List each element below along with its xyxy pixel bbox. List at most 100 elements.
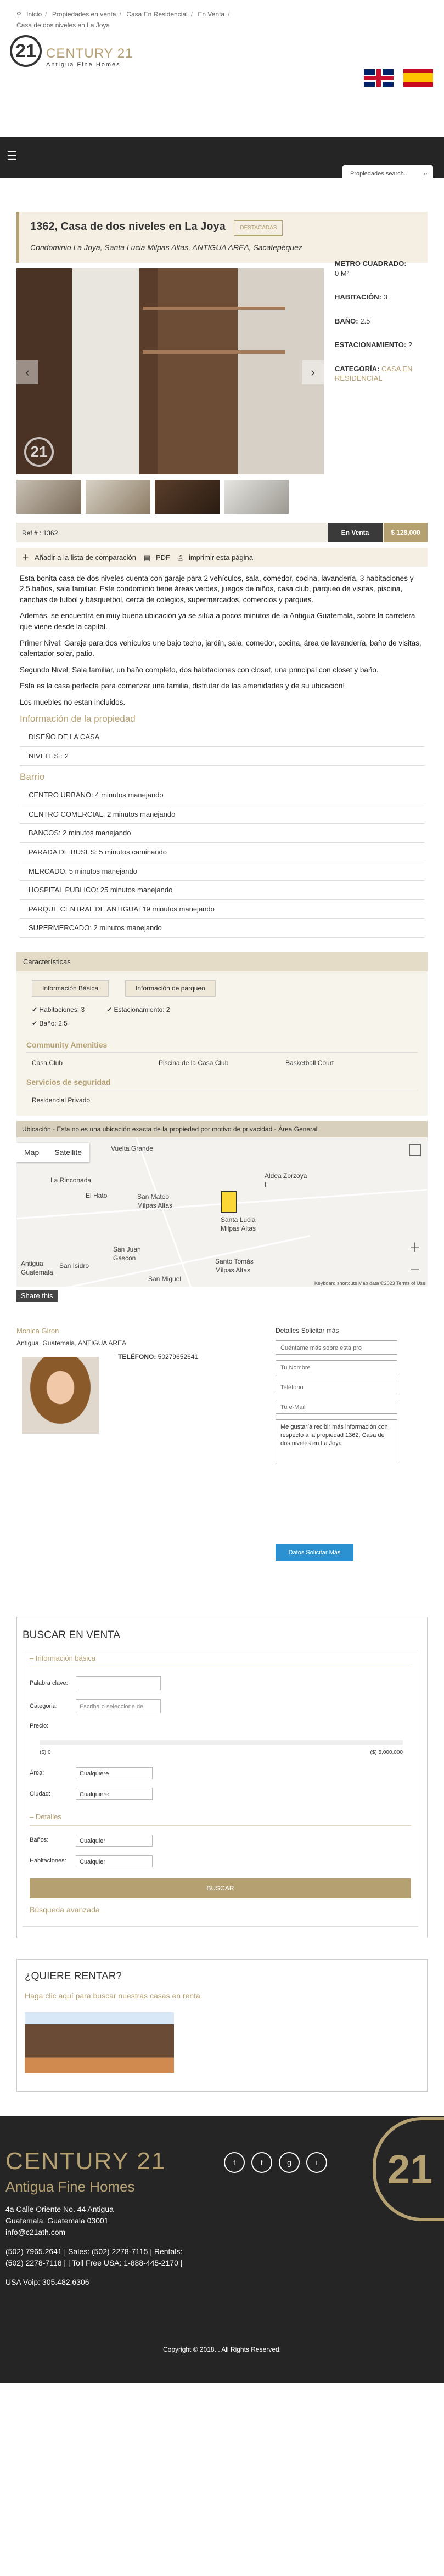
thumbnail[interactable]	[155, 479, 220, 514]
logo-mark[interactable]: 21	[10, 35, 42, 67]
barrio-row: PARADA DE BUSES: 5 minutos caminando	[20, 843, 424, 862]
row-key: NIVELES :	[29, 751, 63, 760]
footer-phone: (502) 7965.2641 | Sales: (502) 2278-7115…	[5, 2247, 183, 2256]
breadcrumb-item[interactable]: Propiedades en venta	[52, 10, 116, 18]
row-value: 25 minutos manejando	[100, 886, 173, 894]
pdf-icon[interactable]: ▤	[144, 553, 150, 562]
search-panel: – Información básica Palabra clave: Cate…	[23, 1650, 418, 1927]
row-key: CENTRO COMERCIAL:	[29, 809, 105, 818]
barrio-row: CENTRO COMERCIAL: 2 minutos manejando	[20, 805, 424, 824]
prev-arrow-icon[interactable]: ‹	[16, 360, 38, 384]
print-icon[interactable]: ⎙	[178, 553, 183, 562]
phone-value[interactable]: 50279652641	[158, 1353, 198, 1361]
rent-image[interactable]	[25, 2012, 174, 2073]
rent-link[interactable]: Haga clic aquí para buscar nuestras casa…	[25, 1991, 419, 2001]
send-request-button[interactable]: Datos Solicitar Más	[276, 1544, 353, 1561]
search-icon[interactable]: ⌕	[424, 169, 428, 179]
keyword-row: Palabra clave:	[30, 1675, 411, 1690]
hamburger-menu-icon[interactable]: ☰	[7, 150, 19, 162]
subject-select[interactable]: Cuéntame más sobre esta pro	[276, 1340, 397, 1355]
city-row: Ciudad: Cualquiere	[30, 1788, 411, 1801]
spec-parking: ESTACIONAMIENTO: 2	[335, 340, 434, 350]
breadcrumb: ⚲ Inicio / Propiedades en venta / Casa En …	[0, 0, 444, 30]
row-value: 4 minutos manejando	[95, 791, 164, 800]
parking-col: ✔ Estacionamiento: 2	[106, 1005, 170, 1032]
spec-label: BAÑO:	[335, 316, 358, 325]
search-placeholder: Propiedades search...	[350, 171, 409, 178]
thumbnail[interactable]	[16, 479, 81, 514]
main-photo[interactable]: ‹ › 21	[16, 268, 324, 474]
barrio-heading: Barrio	[20, 772, 45, 783]
featured-badge: DESTACADAS	[234, 220, 283, 236]
logo-text[interactable]: CENTURY 21	[46, 46, 133, 61]
amenities-heading: Community Amenities	[26, 1040, 418, 1053]
price-range-text: ($) 0 ($) 5,000,000	[40, 1749, 403, 1757]
map-attribution[interactable]: Keyboard shortcuts Map data ©2023 Terms …	[314, 1280, 425, 1287]
compare-icon[interactable]: ＋	[22, 553, 29, 562]
rooms-select[interactable]: Cualquier	[76, 1855, 153, 1867]
basic-info-toggle[interactable]: – Información básica	[30, 1650, 411, 1667]
thumbnail[interactable]	[224, 479, 289, 514]
tab-parking-info[interactable]: Información de parqueo	[125, 980, 216, 997]
rooms-row: Habitaciones: Cualquier	[30, 1855, 411, 1867]
twitter-icon[interactable]: t	[251, 2152, 272, 2173]
amenity-item: Casa Club	[32, 1058, 63, 1067]
rooms-label: Habitaciones:	[30, 1858, 66, 1865]
phone-field[interactable]: Teléfono	[276, 1379, 397, 1394]
map-marker-icon[interactable]	[221, 1191, 237, 1214]
next-arrow-icon[interactable]: ›	[302, 360, 324, 384]
agent-phone: TELÉFONO: 50279652641	[118, 1352, 198, 1361]
breadcrumb-item[interactable]: En Venta	[198, 10, 224, 18]
spec-value: 2	[408, 341, 413, 349]
agent-section: Monica Giron Antigua, Guatemala, ANTIGUA…	[16, 1326, 428, 1617]
footer-email[interactable]: info@c21ath.com	[5, 2227, 182, 2238]
copyright: Copyright © 2018. . All Rights Reserved.	[163, 2346, 281, 2354]
advanced-search-link[interactable]: Búsqueda avanzada	[30, 1905, 411, 1915]
thumbnail[interactable]	[86, 479, 150, 514]
row-key: SUPERMERCADO:	[29, 924, 92, 932]
name-field[interactable]: Tu Nombre	[276, 1360, 397, 1374]
zoom-in-icon[interactable]: ＋	[409, 1239, 421, 1256]
details-toggle[interactable]: – Detalles	[30, 1809, 411, 1826]
map-button[interactable]: Map	[16, 1143, 47, 1162]
barrio-row: CENTRO URBANO: 4 minutos manejando	[20, 786, 424, 805]
tab-basic-info[interactable]: Información Básica	[32, 980, 109, 997]
site-header: 21 CENTURY 21 Antigua Fine Homes	[0, 30, 444, 98]
breadcrumb-item[interactable]: Casa En Residencial	[126, 10, 187, 18]
instagram-icon[interactable]: i	[306, 2152, 327, 2173]
pdf-link[interactable]: PDF	[156, 553, 170, 562]
email-field[interactable]: Tu e-Mail	[276, 1399, 397, 1414]
search-input[interactable]: Propiedades search... ⌕	[342, 165, 433, 182]
location-map[interactable]: Map Satellite Vuelta Grande La Rinconada…	[16, 1137, 428, 1287]
row-key: DISEÑO DE LA CASA	[29, 733, 100, 741]
feature-text: Estacionamiento: 2	[114, 1006, 170, 1014]
info-heading: Información de la propiedad	[20, 714, 136, 724]
area-select[interactable]: Cualquiere	[76, 1767, 153, 1780]
map-place-label: Antigua Guatemala	[21, 1260, 53, 1277]
spain-flag-icon[interactable]	[403, 69, 433, 87]
category-input[interactable]: Escriba o seleccione de	[76, 1699, 161, 1713]
row-value: 5 minutos manejando	[69, 867, 137, 875]
breadcrumb-current: Casa de dos niveles en La Joya	[16, 21, 110, 30]
map-place-label: Santo Tomás Milpas Altas	[215, 1258, 254, 1275]
keyword-input[interactable]	[76, 1675, 161, 1690]
add-compare-link[interactable]: Añadir a la lista de comparación	[35, 553, 136, 562]
breadcrumb-home[interactable]: Inicio	[26, 10, 42, 18]
spec-value: 2.5	[360, 316, 370, 325]
features-panel: Características Información Básica Infor…	[16, 952, 428, 1116]
satellite-button[interactable]: Satellite	[47, 1143, 89, 1162]
photo-gallery: ‹ › 21	[16, 268, 324, 514]
search-submit-button[interactable]: BUSCAR	[30, 1878, 411, 1898]
features-heading: Características	[16, 952, 428, 972]
facebook-icon[interactable]: f	[224, 2152, 245, 2173]
city-select[interactable]: Cualquiere	[76, 1788, 153, 1801]
google-plus-icon[interactable]: g	[279, 2152, 300, 2173]
share-button[interactable]: Share this	[16, 1290, 58, 1302]
baths-select[interactable]: Cualquier	[76, 1834, 153, 1847]
message-field[interactable]: Me gustaría recibir más información con …	[276, 1419, 397, 1462]
price-slider[interactable]	[40, 1740, 403, 1745]
uk-flag-icon[interactable]	[364, 69, 394, 87]
print-link[interactable]: imprimir esta página	[189, 553, 253, 562]
fullscreen-icon[interactable]	[409, 1144, 421, 1157]
zoom-out-icon[interactable]: －	[409, 1261, 421, 1278]
